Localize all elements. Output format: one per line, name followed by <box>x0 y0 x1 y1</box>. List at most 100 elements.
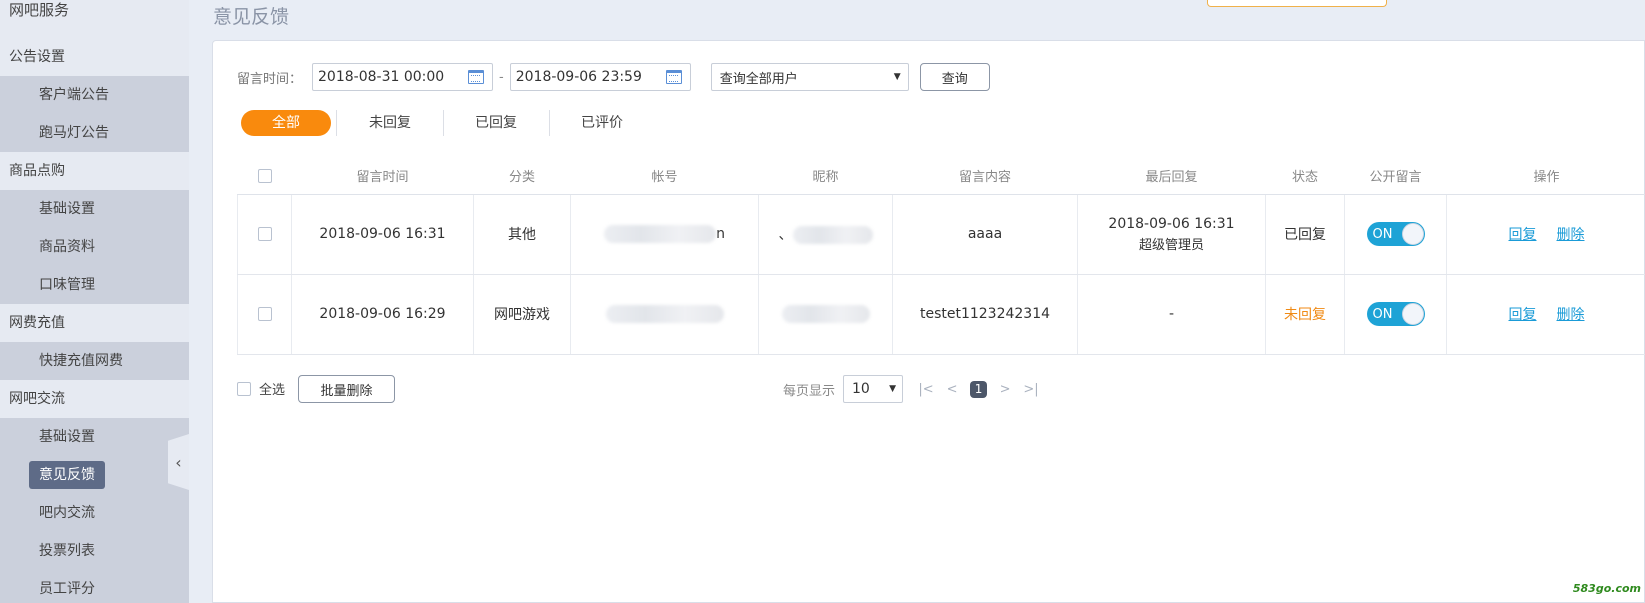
select-all-checkbox[interactable] <box>237 381 251 396</box>
public-toggle[interactable]: ON <box>1366 302 1425 326</box>
cell-category: 其他 <box>473 194 571 275</box>
toggle-label: ON <box>1372 306 1393 322</box>
user-select-value: 查询全部用户 <box>719 71 798 87</box>
cell-nickname: 、 <box>758 194 893 275</box>
caret-down-icon: ▼ <box>889 384 897 394</box>
delete-link[interactable]: 删除 <box>1557 307 1585 323</box>
toggle-knob <box>1401 303 1424 325</box>
toggle-label: ON <box>1372 226 1393 242</box>
column-header: 留言内容 <box>892 158 1078 195</box>
blurred-nickname <box>781 305 870 323</box>
start-date-value: 2018-08-31 00:00 <box>318 69 445 85</box>
cell-time: 2018-09-06 16:29 <box>291 274 474 355</box>
reply-link[interactable]: 回复 <box>1509 307 1537 323</box>
end-date-value: 2018-09-06 23:59 <box>515 69 642 85</box>
sidebar-item-staff-rating[interactable]: 员工评分 <box>0 570 189 603</box>
per-page-select[interactable]: 10 ▼ <box>843 375 904 403</box>
cell-account: n <box>570 194 759 275</box>
sidebar-section-product-order[interactable]: 商品点购 <box>0 152 189 190</box>
select-all-label: 全选 <box>259 383 286 398</box>
watermark: 583go.com <box>1572 582 1641 595</box>
blurred-account <box>604 225 717 243</box>
cell-public: ON <box>1344 274 1447 355</box>
tab-rated[interactable]: 已评价 <box>549 110 655 136</box>
sidebar-item-marquee-announcement[interactable]: 跑马灯公告 <box>0 114 189 152</box>
sidebar-collapse-button[interactable]: ‹ <box>168 434 189 490</box>
column-header: 帐号 <box>570 158 759 195</box>
column-header: 分类 <box>473 158 571 195</box>
first-page-icon[interactable]: |< <box>913 382 939 397</box>
sidebar-section-netcafe-service[interactable]: 网吧服务 <box>0 0 189 38</box>
prev-page-icon[interactable]: < <box>939 382 965 397</box>
tab-unreplied[interactable]: 未回复 <box>336 110 443 136</box>
current-page[interactable]: 1 <box>970 380 988 398</box>
cell-last-reply: 2018-09-06 16:31 超级管理员 <box>1077 194 1266 275</box>
tab-replied[interactable]: 已回复 <box>443 110 549 136</box>
chevron-left-icon: ‹ <box>175 452 182 472</box>
batch-delete-button[interactable]: 批量删除 <box>298 375 395 403</box>
reply-link[interactable]: 回复 <box>1509 227 1537 243</box>
cell-public: ON <box>1344 194 1447 275</box>
sidebar-section-announcement[interactable]: 公告设置 <box>0 38 189 76</box>
start-date-input[interactable]: 2018-08-31 00:00 <box>312 63 494 91</box>
header-checkbox-cell <box>237 158 292 195</box>
row-checkbox[interactable] <box>257 227 272 241</box>
last-reply-by: 超级管理员 <box>1138 237 1204 253</box>
filter-bar: 留言时间： 2018-08-31 00:00 - 2018-09-06 23:5… <box>237 63 990 91</box>
select-all[interactable]: 全选 <box>237 379 285 398</box>
public-toggle[interactable]: ON <box>1366 222 1425 246</box>
per-page-value: 10 <box>852 381 870 397</box>
cell-actions: 回复 删除 <box>1446 274 1645 355</box>
feedback-table: 留言时间 分类 帐号 昵称 留言内容 最后回复 状态 公开留言 操作 2018-… <box>237 158 1645 355</box>
column-header: 公开留言 <box>1344 158 1447 195</box>
per-page-label: 每页显示 <box>783 383 836 399</box>
main-panel: 留言时间： 2018-08-31 00:00 - 2018-09-06 23:5… <box>212 40 1645 603</box>
filter-tabs: 全部 未回复 已回复 已评价 <box>241 110 655 136</box>
cell-status: 已回复 <box>1265 194 1345 275</box>
sidebar-item-internal-communication[interactable]: 吧内交流 <box>0 494 189 532</box>
sidebar-section-netcafe-communication[interactable]: 网吧交流 <box>0 380 189 418</box>
sidebar-item-vote-list[interactable]: 投票列表 <box>0 532 189 570</box>
sidebar-item-feedback-label: 意见反馈 <box>29 461 105 489</box>
column-header: 留言时间 <box>291 158 474 195</box>
column-header: 昵称 <box>758 158 893 195</box>
row-checkbox-cell <box>237 194 292 275</box>
end-date-input[interactable]: 2018-09-06 23:59 <box>509 63 691 91</box>
cell-actions: 回复 删除 <box>1446 194 1645 275</box>
sidebar-item-flavor-management[interactable]: 口味管理 <box>0 266 189 304</box>
sidebar-item-client-announcement[interactable]: 客户端公告 <box>0 76 189 114</box>
calendar-icon[interactable] <box>468 70 485 84</box>
toggle-knob <box>1401 223 1424 245</box>
sidebar-item-product-data[interactable]: 商品资料 <box>0 228 189 266</box>
nickname-lead: 、 <box>778 227 793 243</box>
column-header: 状态 <box>1265 158 1345 195</box>
next-page-icon[interactable]: > <box>992 382 1018 397</box>
last-page-icon[interactable]: >| <box>1018 382 1044 397</box>
column-header: 最后回复 <box>1077 158 1266 195</box>
row-checkbox-cell <box>237 274 292 355</box>
pagination: 每页显示 10 ▼ |< < 1 > >| <box>783 375 1044 403</box>
cell-nickname <box>758 274 893 355</box>
table-row: 2018-09-06 16:29 网吧游戏 testet1123242314 -… <box>237 274 1645 355</box>
table-row: 2018-09-06 16:31 其他 n 、 aaaa 2018-09-06 … <box>237 194 1645 275</box>
sidebar-item-feedback[interactable]: 意见反馈 <box>0 456 189 494</box>
blurred-nickname <box>792 226 873 244</box>
column-header: 操作 <box>1446 158 1645 195</box>
select-all-checkbox-header[interactable] <box>257 168 272 183</box>
calendar-icon[interactable] <box>665 70 682 84</box>
popup-edge <box>1207 0 1387 7</box>
query-button[interactable]: 查询 <box>919 63 990 91</box>
user-select[interactable]: 查询全部用户 ▼ <box>710 63 909 91</box>
sidebar-item-quick-recharge[interactable]: 快捷充值网费 <box>0 342 189 380</box>
table-header-row: 留言时间 分类 帐号 昵称 留言内容 最后回复 状态 公开留言 操作 <box>237 158 1645 195</box>
row-checkbox[interactable] <box>257 307 272 321</box>
tab-all[interactable]: 全部 <box>241 110 331 136</box>
date-separator: - <box>499 69 504 85</box>
delete-link[interactable]: 删除 <box>1557 227 1585 243</box>
sidebar-item-basic-settings[interactable]: 基础设置 <box>0 190 189 228</box>
account-tail: n <box>716 226 725 242</box>
sidebar-item-comm-basic-settings[interactable]: 基础设置 <box>0 418 189 456</box>
page-title: 意见反馈 <box>213 6 290 28</box>
sidebar-section-recharge[interactable]: 网费充值 <box>0 304 189 342</box>
sidebar: 网吧服务 公告设置 客户端公告 跑马灯公告 商品点购 基础设置 商品资料 口味管… <box>0 0 189 603</box>
